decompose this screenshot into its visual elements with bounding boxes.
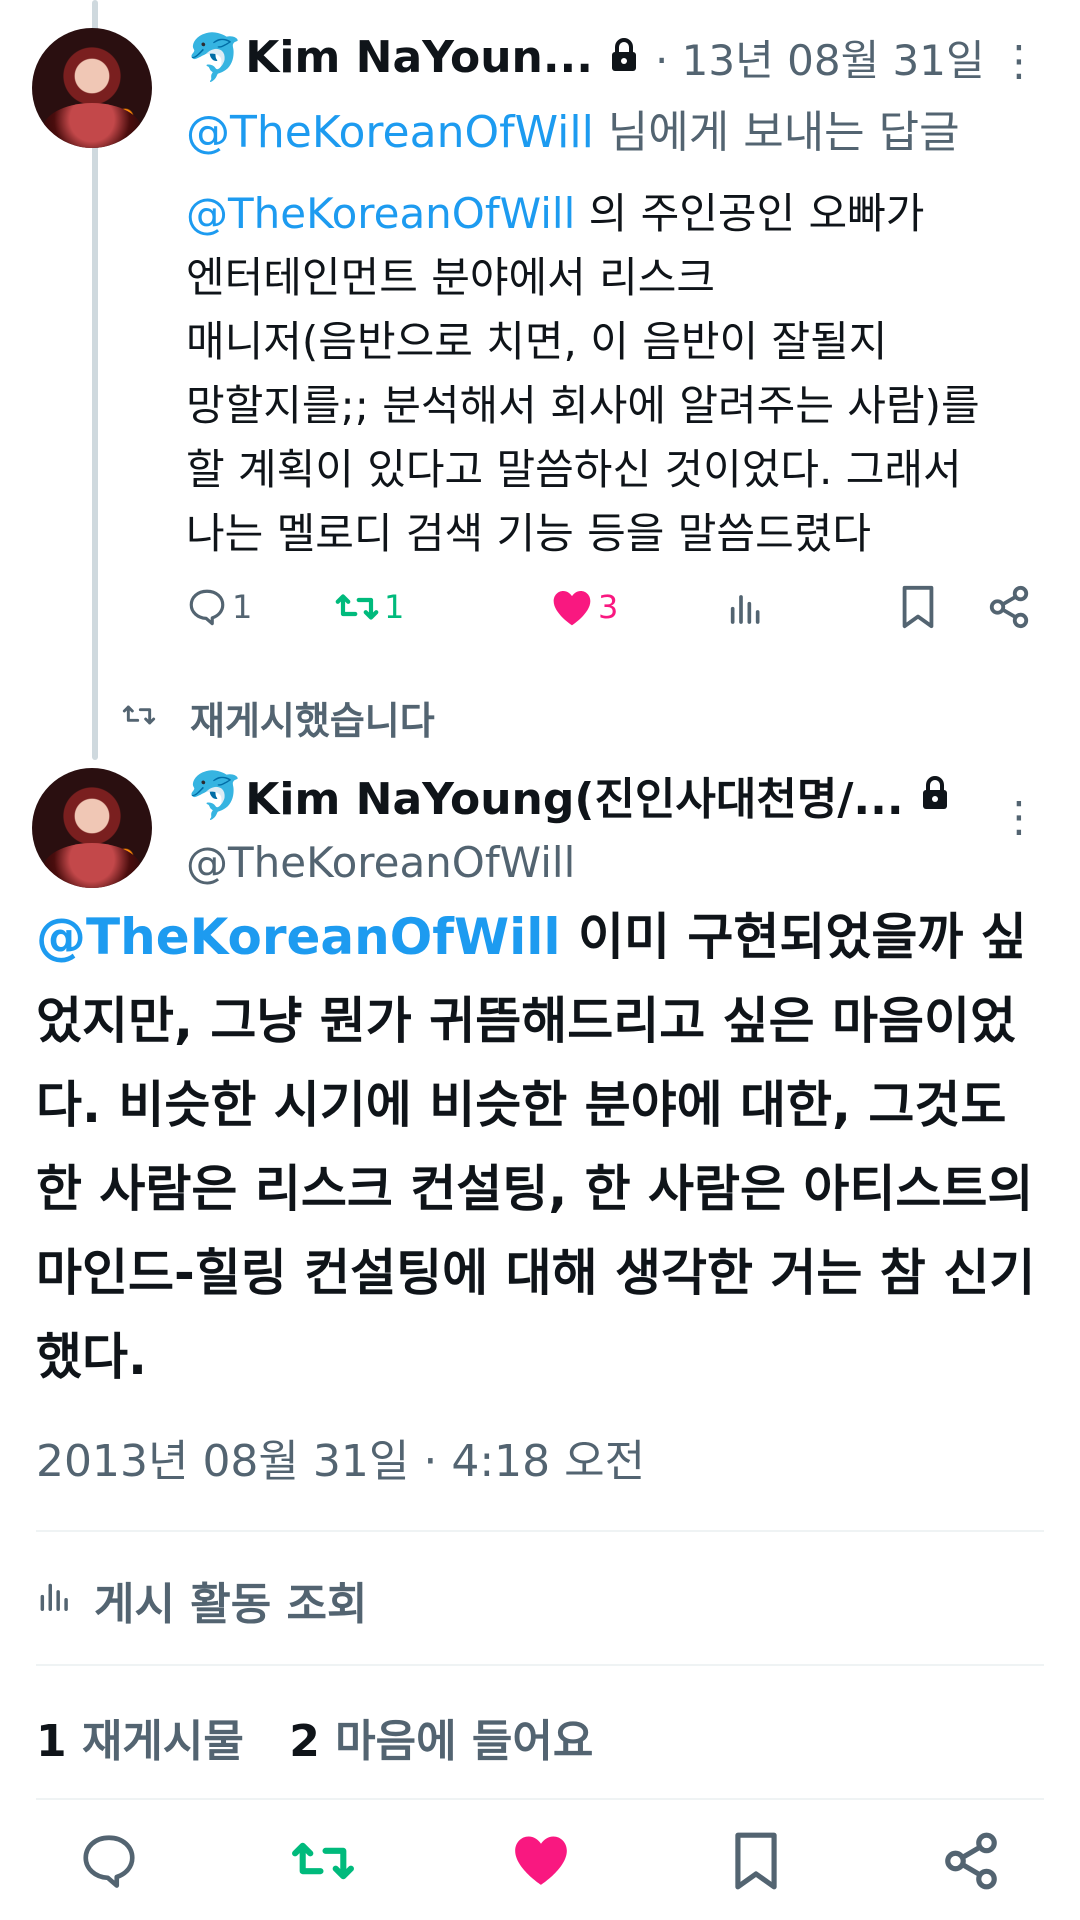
main-like-button[interactable] <box>510 1830 572 1892</box>
repost-icon <box>334 586 380 628</box>
reply-comment-button[interactable]: 1 <box>186 586 252 628</box>
repost-banner-label: 재게시했습니다 <box>190 699 435 743</box>
heart-icon <box>550 586 594 628</box>
divider <box>36 1798 1044 1800</box>
reply-display-name[interactable]: Kim NaYoun... <box>245 32 593 83</box>
reply-like-count: 3 <box>598 588 619 626</box>
comment-icon <box>78 1835 140 1896</box>
repost-banner: 재게시했습니다 <box>120 690 435 745</box>
main-display-name[interactable]: Kim NaYoung(진인사대천명/... <box>245 763 903 827</box>
replying-to-suffix: 님에게 보내는 답글 <box>593 107 960 158</box>
main-reply-button[interactable] <box>78 1830 140 1896</box>
reply-body: @TheKoreanOfWill 의 주인공인 오빠가 엔터테인먼트 분야에서 … <box>186 182 1046 566</box>
reply-actions: 1 1 3 <box>186 580 1036 640</box>
like-stat-count: 2 <box>289 1716 320 1767</box>
reply-avatar[interactable] <box>32 28 152 148</box>
share-icon <box>940 1832 1002 1896</box>
repost-icon <box>290 1842 356 1896</box>
heart-icon <box>510 1836 572 1892</box>
main-bookmark-button[interactable] <box>730 1830 782 1896</box>
divider <box>36 1530 1044 1532</box>
reply-repost-button[interactable]: 1 <box>334 586 404 628</box>
repost-small-icon <box>120 696 190 740</box>
divider <box>36 1664 1044 1666</box>
main-action-bar <box>0 1830 1080 1910</box>
like-stat[interactable]: 2 마음에 들어요 <box>289 1716 593 1767</box>
main-avatar[interactable] <box>32 768 152 888</box>
more-icon[interactable]: ⋮ <box>998 36 1040 85</box>
main-more-icon[interactable]: ⋮ <box>998 792 1040 841</box>
reply-share-button[interactable] <box>986 584 1032 630</box>
repost-stat-count: 1 <box>36 1716 67 1767</box>
like-stat-label: 마음에 들어요 <box>319 1716 594 1767</box>
reply-bookmark-button[interactable] <box>898 584 938 630</box>
reply-tweet[interactable]: 🐬 Kim NaYoun... · 13년 08월 31일 ⋮ @TheKore… <box>186 22 1046 566</box>
dolphin-emoji: 🐬 <box>186 767 244 822</box>
post-activity-link[interactable]: 게시 활동 조회 <box>36 1568 368 1632</box>
engagement-stats: 1 재게시물 2 마음에 들어요 <box>36 1705 593 1769</box>
main-post-header: 🐬 Kim NaYoung(진인사대천명/... @TheKoreanOfWil… <box>186 760 1046 887</box>
repost-stat-label: 재게시물 <box>66 1716 244 1767</box>
lock-icon <box>920 775 950 815</box>
main-body-text: 이미 구현되었을까 싶었지만, 그냥 뭔가 귀뜸해드리고 싶은 마음이었다. 비… <box>36 908 1036 1386</box>
reply-repost-count: 1 <box>384 588 405 626</box>
reply-body-text: 의 주인공인 오빠가 엔터테인먼트 분야에서 리스크 매니저(음반으로 치면, … <box>186 189 980 558</box>
replying-to: @TheKoreanOfWill 님에게 보내는 답글 <box>186 96 1046 160</box>
post-activity-label: 게시 활동 조회 <box>94 1579 368 1630</box>
main-timestamp[interactable]: 2013년 08월 31일 · 4:18 오전 <box>36 1425 645 1489</box>
bar-chart-icon <box>36 1575 94 1626</box>
reply-views-button[interactable] <box>726 586 766 628</box>
main-share-button[interactable] <box>940 1830 1002 1896</box>
main-handle[interactable]: @TheKoreanOfWill <box>186 838 1046 887</box>
comment-icon <box>186 586 228 628</box>
share-icon <box>986 584 1032 630</box>
bar-chart-icon <box>726 586 766 628</box>
dolphin-emoji: 🐬 <box>186 29 244 84</box>
reply-comment-count: 1 <box>232 588 253 626</box>
bookmark-icon <box>730 1832 782 1896</box>
lock-icon <box>609 37 639 77</box>
reply-body-mention[interactable]: @TheKoreanOfWill <box>186 189 575 238</box>
main-repost-button[interactable] <box>290 1830 356 1896</box>
reply-date[interactable]: · 13년 08월 31일 <box>655 27 985 88</box>
main-post-body: @TheKoreanOfWill 이미 구현되었을까 싶었지만, 그냥 뭔가 귀… <box>36 895 1036 1399</box>
main-body-mention[interactable]: @TheKoreanOfWill <box>36 908 561 966</box>
bookmark-icon <box>898 584 938 630</box>
replying-to-handle[interactable]: @TheKoreanOfWill <box>186 107 594 158</box>
reply-header: 🐬 Kim NaYoun... · 13년 08월 31일 <box>186 22 1046 92</box>
repost-stat[interactable]: 1 재게시물 <box>36 1716 244 1767</box>
reply-like-button[interactable]: 3 <box>550 586 618 628</box>
